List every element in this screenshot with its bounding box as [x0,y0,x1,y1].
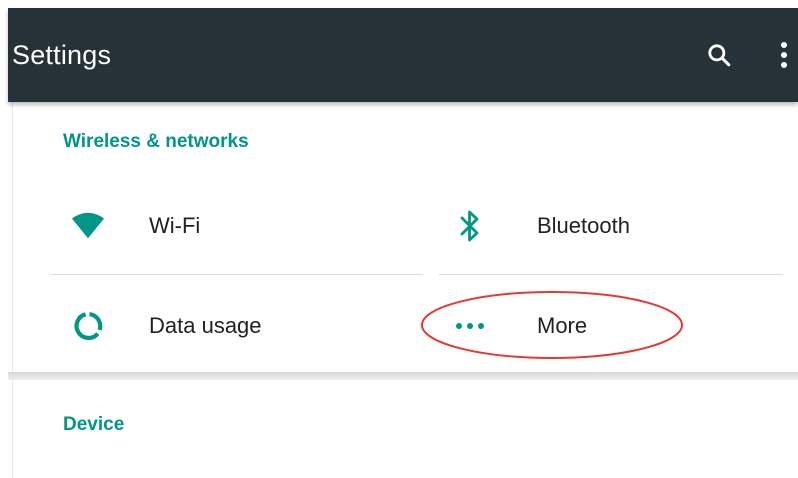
card-shadow [8,372,798,380]
device-card: Device [12,380,798,478]
divider [439,274,783,275]
tile-more[interactable]: More [439,285,783,365]
tile-bluetooth[interactable]: Bluetooth [439,185,783,265]
tile-label-wifi: Wi-Fi [149,213,201,238]
app-bar: Settings [8,8,798,102]
tile-data-usage[interactable]: Data usage [51,285,423,365]
settings-screen: Settings Wireless & networks Wi-Fi Bluet… [0,0,798,478]
screen-edge [0,0,8,478]
section-title-wireless: Wireless & networks [63,131,249,152]
more-vert-icon [781,42,787,68]
tile-label-bluetooth: Bluetooth [537,213,630,238]
overflow-menu-button[interactable] [772,36,796,74]
tile-label-more: More [537,313,588,338]
wifi-icon [71,209,105,243]
bluetooth-icon [453,209,487,243]
data-usage-icon [71,309,105,343]
section-title-device: Device [63,414,125,435]
tile-wifi[interactable]: Wi-Fi [51,185,423,265]
divider [51,274,423,275]
tile-label-data-usage: Data usage [149,313,262,338]
search-icon [708,44,731,67]
app-title: Settings [12,40,112,70]
more-horiz-icon [453,309,487,343]
wireless-networks-card: Wireless & networks Wi-Fi Bluetooth Data… [12,102,798,374]
search-button[interactable] [702,38,736,72]
